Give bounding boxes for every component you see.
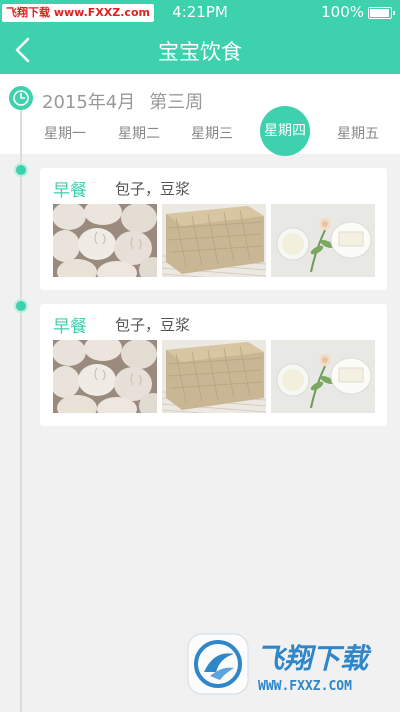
- bread-photo[interactable]: [162, 340, 266, 413]
- tab-friday[interactable]: 星期五: [330, 118, 386, 150]
- timeline-dot: [14, 299, 28, 313]
- week-header: 2015年4月 第三周 星期一 星期二 星期三 星期四 星期五: [0, 74, 400, 156]
- meal-items-label: 包子，豆浆: [115, 316, 191, 334]
- bread-photo[interactable]: [162, 204, 266, 277]
- month-label: 2015年4月: [42, 92, 136, 113]
- soy-milk-photo[interactable]: [271, 204, 375, 277]
- svg-text:WWW.FXXZ.COM: WWW.FXXZ.COM: [258, 679, 352, 694]
- tab-wednesday[interactable]: 星期三: [184, 118, 240, 150]
- timeline-line: [20, 100, 22, 712]
- steamed-buns-photo[interactable]: [53, 204, 157, 277]
- page-title: 宝宝饮食: [158, 40, 242, 64]
- tab-thursday[interactable]: 星期四: [260, 106, 310, 156]
- tab-tuesday[interactable]: 星期二: [111, 118, 167, 150]
- meal-card[interactable]: 早餐 包子，豆浆: [40, 168, 387, 290]
- battery-fill: [370, 9, 389, 17]
- meal-items-label: 包子，豆浆: [115, 180, 191, 198]
- clock-icon: [9, 86, 33, 110]
- tab-monday[interactable]: 星期一: [37, 118, 93, 150]
- soy-milk-photo[interactable]: [271, 340, 375, 413]
- battery-percent: 100%: [321, 3, 364, 21]
- week-name-label: 第三周: [149, 92, 204, 113]
- timeline-dot: [14, 163, 28, 177]
- battery-icon: [368, 7, 395, 19]
- nav-bar: 宝宝饮食: [0, 26, 400, 74]
- week-label: 2015年4月 第三周: [42, 88, 217, 114]
- meal-type-label: 早餐: [53, 317, 87, 337]
- status-bar: 飞翔下载 www.FXXZ.com 4:21PM 100%: [0, 0, 400, 26]
- meal-card[interactable]: 早餐 包子，豆浆: [40, 304, 387, 426]
- steamed-buns-photo[interactable]: [53, 340, 157, 413]
- meal-type-label: 早餐: [53, 181, 87, 201]
- fxxz-watermark-logo: 飞翔下载 WWW.FXXZ.COM: [186, 632, 390, 698]
- svg-text:飞翔下载: 飞翔下载: [256, 642, 372, 675]
